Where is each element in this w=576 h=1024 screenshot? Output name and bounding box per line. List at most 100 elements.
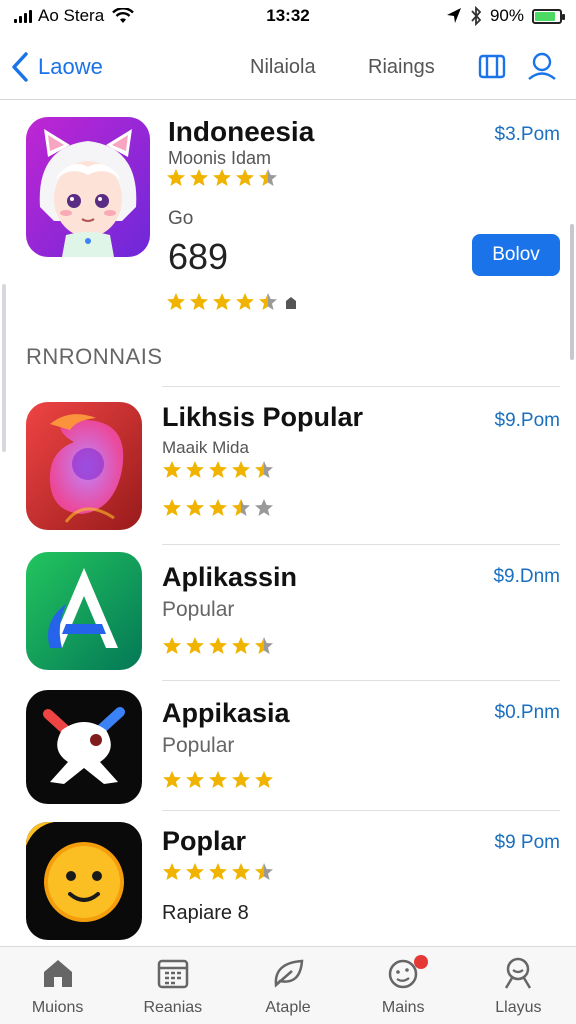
app-icon-4[interactable] [26, 822, 142, 940]
star-icon [186, 863, 204, 880]
tab-face[interactable]: Mains [346, 947, 461, 1024]
nav-tab-1[interactable]: Nilaiola [250, 56, 316, 79]
chevron-left-icon [12, 51, 28, 82]
tab-label-profile: Llayus [495, 999, 542, 1016]
star-icon [163, 863, 181, 880]
featured-label: Go [168, 208, 194, 229]
section-header: RNRONNAIS [26, 344, 163, 369]
star-icon [255, 499, 273, 516]
divider [162, 680, 560, 681]
featured-rating-stars [166, 168, 278, 188]
nav-tab-2[interactable]: Riaings [368, 56, 435, 79]
app-subtitle-1: Maaik Mida [162, 438, 249, 457]
app-icon-1[interactable] [26, 402, 142, 530]
tab-home[interactable]: Muions [0, 947, 115, 1024]
leaf-icon [274, 959, 304, 988]
battery-icon [532, 8, 565, 24]
star-icon [232, 461, 250, 478]
book-icon[interactable] [476, 50, 508, 82]
person-icon [505, 957, 532, 989]
divider [162, 386, 560, 387]
star-icon [232, 499, 250, 516]
star-icon [167, 293, 185, 310]
app-title-3[interactable]: Appikasia [162, 698, 290, 729]
calendar-icon [157, 959, 189, 989]
back-label: Laowe [38, 53, 103, 79]
tab-label-calendar: Reanias [143, 999, 203, 1016]
tab-profile[interactable]: Llayus [461, 947, 576, 1024]
star-icon [236, 169, 254, 186]
app-price-2[interactable]: $9.Dnm [493, 566, 560, 588]
star-icon [209, 771, 227, 788]
featured-app-subtitle: Moonis Idam [168, 148, 272, 168]
app-icon-3[interactable] [26, 690, 142, 804]
star-icon [186, 637, 204, 654]
featured-get-button[interactable]: Bolov [472, 234, 560, 276]
app-rating-stars-4 [162, 862, 274, 882]
tab-calendar[interactable]: Reanias [115, 947, 230, 1024]
back-button[interactable]: Laowe [10, 51, 103, 83]
app-title-2[interactable]: Aplikassin [162, 562, 297, 593]
tab-label-face: Mains [381, 999, 425, 1016]
star-icon [186, 461, 204, 478]
star-icon [163, 461, 181, 478]
list-item[interactable]: Aplikassin Popular $9.Dnm [0, 550, 576, 674]
profile-icon[interactable] [526, 50, 558, 82]
star-icon [232, 863, 250, 880]
star-icon [213, 293, 231, 310]
star-icon [190, 169, 208, 186]
list-item[interactable]: Poplar $9 Pom Rapiare 8 [0, 818, 576, 944]
star-icon [232, 637, 250, 654]
list-item[interactable]: Likhsis Popular Maaik Mida $9.Pom [0, 400, 576, 534]
app-rating-stars-1b [162, 498, 274, 518]
app-rating-stars-3 [162, 770, 274, 790]
star-icon [209, 461, 227, 478]
star-icon [232, 771, 250, 788]
tab-label-leaf: Ataple [265, 999, 311, 1016]
app-icon-2[interactable] [26, 552, 142, 670]
star-icon [255, 637, 273, 654]
star-icon [163, 771, 181, 788]
tab-bar: Muions Reanias Ataple Mains Llayus [0, 946, 576, 1024]
app-price-1[interactable]: $9.Pom [495, 410, 560, 432]
bluetooth-icon [471, 6, 482, 26]
wifi-icon [112, 8, 135, 23]
app-subtitle-4: Rapiare 8 [162, 902, 249, 924]
star-icon [163, 637, 181, 654]
star-icon [259, 169, 277, 186]
nav-bar: Laowe Nilaiola Riaings [0, 34, 576, 100]
star-icon [209, 499, 227, 516]
app-price-3[interactable]: $0.Pnm [495, 702, 560, 724]
app-title-4[interactable]: Poplar [162, 826, 246, 857]
app-rating-stars-1a [162, 460, 274, 480]
featured-app[interactable]: Indoneesia Moonis Idam $3.Pom Go 689 Bol… [0, 100, 576, 330]
featured-app-price[interactable]: $3.Pom [495, 124, 560, 146]
featured-rating-stars-2 [166, 292, 278, 312]
featured-count: 689 [168, 236, 229, 277]
featured-app-icon[interactable] [26, 117, 150, 257]
star-icon [255, 863, 273, 880]
star-icon [209, 637, 227, 654]
star-icon [186, 771, 204, 788]
notification-badge [413, 955, 428, 969]
app-price-4[interactable]: $9 Pom [495, 832, 560, 854]
featured-app-title[interactable]: Indoneesia [168, 116, 314, 148]
status-bar: Ao Stera 13:32 90% [0, 0, 576, 32]
star-icon [190, 293, 208, 310]
tab-leaf[interactable]: Ataple [230, 947, 345, 1024]
signal-icon [14, 9, 32, 23]
app-title-1[interactable]: Likhsis Popular [162, 402, 363, 433]
star-icon [236, 293, 254, 310]
divider [162, 544, 560, 545]
star-icon [163, 499, 181, 516]
star-icon [255, 461, 273, 478]
home-icon [43, 960, 72, 987]
app-subtitle-3: Popular [162, 734, 235, 757]
carrier-label: Ao Stera [38, 6, 105, 25]
list-item[interactable]: Appikasia Popular $0.Pnm [0, 688, 576, 806]
star-icon [213, 169, 231, 186]
star-icon [259, 293, 277, 310]
star-icon [167, 169, 185, 186]
tag-icon [286, 297, 296, 309]
app-subtitle-2: Popular [162, 598, 235, 621]
